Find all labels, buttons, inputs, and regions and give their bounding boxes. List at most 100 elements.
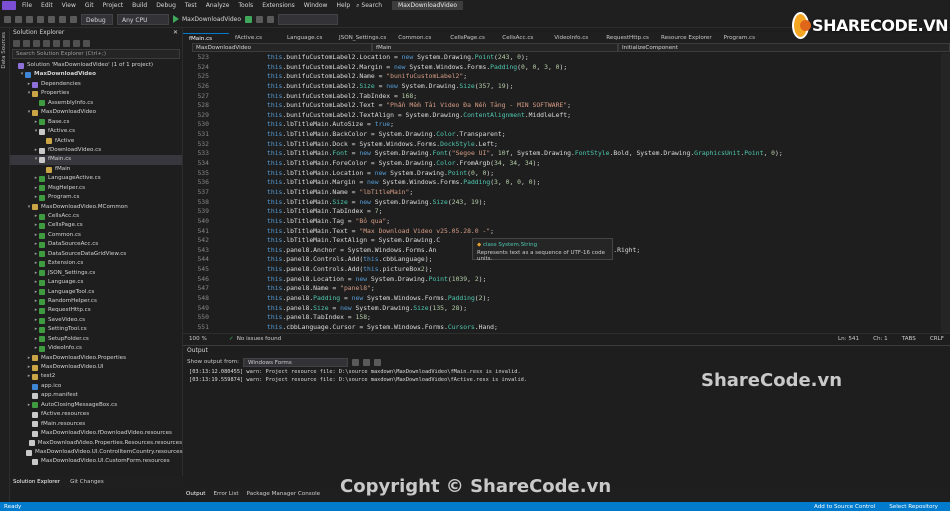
code-line[interactable]: 527 this.bunifuCustomLabel2.TabIndex = 16… (183, 92, 950, 102)
code-line[interactable]: 550 this.panel8.TabIndex = 158; (183, 313, 950, 323)
data-sources-tab[interactable]: Data Sources (1, 32, 7, 69)
code-line[interactable]: 530 this.lbTitleMain.AutoSize = true; (183, 120, 950, 130)
code-line[interactable]: 541 this.lbTitleMain.Text = "Max Download… (183, 227, 950, 237)
code-line[interactable]: 529 this.bunifuCustomLabel2.TextAlign = S… (183, 111, 950, 121)
member-dropdown[interactable]: InitializeComponent (618, 43, 950, 52)
code-line[interactable]: 523 this.bunifuCustomLabel2.Location = ne… (183, 53, 950, 63)
code-line[interactable]: 547 this.panel8.Name = "panel8"; (183, 284, 950, 294)
tree-item[interactable]: ▾ MaxDownloadVideo (10, 108, 182, 117)
tree-item[interactable]: MaxDownloadVideo.fDownloadVideo.resource… (10, 429, 182, 438)
tree-item[interactable]: ▾ fMain.cs (10, 155, 182, 165)
tree-item[interactable]: ▸ Common.cs (10, 231, 182, 240)
code-line[interactable]: 539 this.lbTitleMain.TabIndex = 7; (183, 207, 950, 217)
document-tab[interactable]: Resource Explorer (655, 33, 718, 43)
menu-item-project[interactable]: Project (103, 2, 124, 9)
show-all-files-icon[interactable] (73, 40, 80, 47)
code-line[interactable]: 536 this.lbTitleMain.Margin = new System.… (183, 178, 950, 188)
tree-item[interactable]: ▸ LanguageActive.cs (10, 174, 182, 183)
tree-item[interactable]: ▸ SetupFolder.cs (10, 335, 182, 344)
tree-item[interactable]: fMain (10, 165, 182, 174)
code-line[interactable]: 526 this.bunifuCustomLabel2.Size = new Sy… (183, 82, 950, 92)
tree-item[interactable]: fMain.resources (10, 420, 182, 429)
tree-item[interactable]: ▾ MaxDownloadVideo.MCommon (10, 203, 182, 212)
toolbar-icon[interactable] (267, 15, 275, 23)
tree-item[interactable]: ▸ MaxDownloadVideo.UI (10, 363, 182, 372)
code-line[interactable]: 546 this.panel8.Location = new System.Dra… (183, 275, 950, 285)
run-button[interactable]: MaxDownloadVideo (173, 15, 241, 23)
sync-icon[interactable] (43, 40, 50, 47)
tree-item[interactable]: ▸ JSON_Settings.cs (10, 269, 182, 278)
menu-item-analyze[interactable]: Analyze (206, 2, 230, 9)
tree-item[interactable]: ▸ MsgHelper.cs (10, 184, 182, 193)
tree-item[interactable]: ▸ CellsAcc.cs (10, 212, 182, 221)
menu-item-debug[interactable]: Debug (156, 2, 176, 9)
tree-item[interactable]: ▸ RandomHelper.cs (10, 297, 182, 306)
code-line[interactable]: 538 this.lbTitleMain.Size = new System.Dr… (183, 198, 950, 208)
document-tab[interactable]: CellsAcc.cs (496, 33, 548, 43)
tree-item[interactable]: ▸ RequestHttp.cs (10, 306, 182, 315)
tree-item[interactable]: fActive.resources (10, 410, 182, 419)
word-wrap-icon[interactable] (374, 358, 382, 366)
refresh-icon[interactable] (256, 15, 264, 23)
save-icon[interactable] (37, 15, 44, 23)
tree-item[interactable]: MaxDownloadVideo.UI.ControlItemCountry.r… (10, 448, 183, 457)
start-without-debugging-icon[interactable] (245, 15, 253, 23)
code-line[interactable]: 545 this.panel8.Controls.Add(this.picture… (183, 265, 950, 275)
tree-item[interactable]: ▸ AutoClosingMessageBox.cs (10, 401, 182, 410)
code-line[interactable]: 531 this.lbTitleMain.BackColor = System.D… (183, 130, 950, 140)
code-line[interactable]: 548 this.panel8.Padding = new System.Wind… (183, 294, 950, 304)
code-editor[interactable]: 523 this.bunifuCustomLabel2.Location = ne… (183, 53, 950, 333)
menu-item-view[interactable]: View (62, 2, 76, 9)
tree-item[interactable]: ▾ MaxDownloadVideo (10, 70, 182, 79)
menu-item-tools[interactable]: Tools (238, 2, 253, 9)
code-line[interactable]: 549 this.panel8.Size = new System.Drawing… (183, 304, 950, 314)
document-tab[interactable]: fActive.cs (229, 33, 281, 43)
editor-scrollbar[interactable] (941, 53, 950, 333)
code-line[interactable]: 532 this.lbTitleMain.Dock = System.Window… (183, 140, 950, 150)
document-tab[interactable]: VideoInfo.cs (548, 33, 600, 43)
tree-item[interactable]: ▸ CellsPage.cs (10, 221, 182, 230)
output-source-select[interactable]: Windows Forms (243, 357, 349, 367)
home-icon[interactable] (33, 40, 40, 47)
menu-item-file[interactable]: File (22, 2, 32, 9)
tree-item[interactable]: AssemblyInfo.cs (10, 99, 182, 108)
code-line[interactable]: 534 this.lbTitleMain.ForeColor = System.D… (183, 159, 950, 169)
tree-item[interactable]: ▾ fActive.cs (10, 127, 182, 136)
indent-mode[interactable]: TABS (902, 336, 916, 342)
tree-item[interactable]: ▸ SaveVideo.cs (10, 316, 182, 325)
properties-icon[interactable] (83, 40, 90, 47)
tree-item[interactable]: ▸ DataSourceDataGridView.cs (10, 250, 182, 259)
tree-item[interactable]: ▸ Program.cs (10, 193, 182, 202)
menu-item-edit[interactable]: Edit (41, 2, 53, 9)
refresh-icon[interactable] (53, 40, 60, 47)
menu-item-window[interactable]: Window (304, 2, 328, 9)
close-icon[interactable]: ✕ (173, 28, 178, 38)
back-icon[interactable] (4, 15, 11, 23)
new-item-icon[interactable] (26, 15, 33, 23)
zoom-level[interactable]: 100 % (189, 336, 229, 342)
solution-search-input[interactable]: Search Solution Explorer (Ctrl+;) (12, 49, 180, 59)
tree-item[interactable]: ▸ DataSourceAcc.cs (10, 240, 182, 249)
tree-item[interactable]: ▸ LanguageTool.cs (10, 288, 182, 297)
platform-select[interactable]: Any CPU (117, 13, 169, 25)
tree-item[interactable]: ▸ Extension.cs (10, 259, 182, 268)
class-dropdown[interactable]: fMain (372, 43, 618, 52)
tree-item[interactable]: ▸ SettingTool.cs (10, 325, 182, 334)
find-message-icon[interactable] (352, 358, 360, 366)
tree-item[interactable]: ▸ Language.cs (10, 278, 182, 287)
document-tab[interactable]: JSON_Settings.cs (333, 33, 392, 43)
code-line[interactable]: 524 this.bunifuCustomLabel2.Margin = new … (183, 63, 950, 73)
back-icon[interactable] (13, 40, 20, 47)
tree-item[interactable]: ▾ Properties (10, 89, 182, 98)
code-line[interactable]: 537 this.lbTitleMain.Name = "lbTitleMain"… (183, 188, 950, 198)
menu-item-git[interactable]: Git (85, 2, 94, 9)
tree-item[interactable]: MaxDownloadVideo.UI.CustomForm.resources (10, 457, 182, 466)
tree-item[interactable]: app.manifest (10, 391, 182, 400)
menu-item-extensions[interactable]: Extensions (262, 2, 295, 9)
code-line[interactable]: 535 this.lbTitleMain.Location = new Syste… (183, 169, 950, 179)
collapse-all-icon[interactable] (63, 40, 70, 47)
tree-item[interactable]: app.ico (10, 382, 182, 391)
code-line[interactable]: 551 this.cbbLanguage.Cursor = System.Wind… (183, 323, 950, 333)
tree-item[interactable]: ▸ test2 (10, 372, 182, 381)
tree-item[interactable]: ▸ Base.cs (10, 118, 182, 127)
